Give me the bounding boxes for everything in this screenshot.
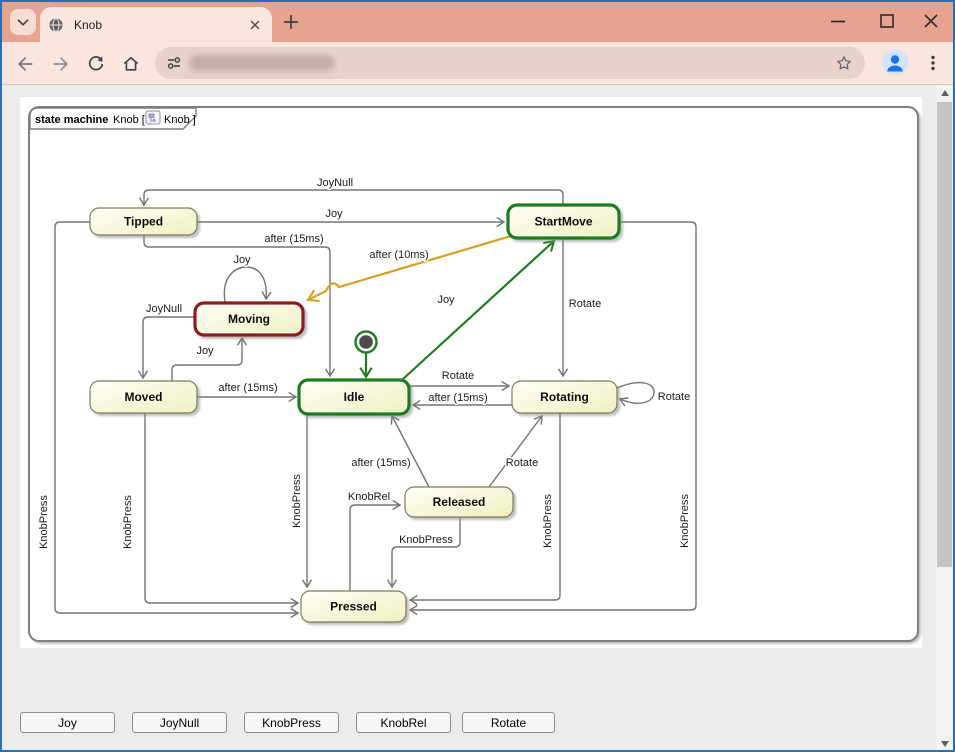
globe-favicon-icon xyxy=(48,17,64,33)
transition-label: after (15ms) xyxy=(218,382,277,394)
state-released: Released xyxy=(405,487,513,517)
state-name-label: StartMove xyxy=(534,215,592,229)
back-arrow-icon xyxy=(15,54,35,74)
scrollbar-down-button[interactable] xyxy=(936,736,953,752)
bookmark-star-button[interactable] xyxy=(835,54,853,77)
event-button-knobrel[interactable]: KnobRel xyxy=(356,712,451,733)
transition-label: Joy xyxy=(233,254,251,266)
event-button-joynull[interactable]: JoyNull xyxy=(132,712,227,733)
tab-strip: Knob xyxy=(0,0,955,42)
transition-label: KnobPress xyxy=(679,494,691,548)
state-name-label: Tipped xyxy=(124,215,163,229)
transition-label: KnobPress xyxy=(542,494,554,548)
transition-label: Joy xyxy=(437,294,455,306)
forward-button[interactable] xyxy=(50,53,72,75)
state-moving: Moving xyxy=(195,303,303,335)
transition-label: KnobPress xyxy=(291,474,303,528)
window-close-button[interactable] xyxy=(920,10,942,32)
forward-arrow-icon xyxy=(51,54,71,74)
event-button-joy[interactable]: Joy xyxy=(20,712,115,733)
triangle-down-icon xyxy=(941,741,949,747)
profile-person-icon xyxy=(882,49,908,75)
state-idle: Idle xyxy=(299,380,409,414)
close-icon xyxy=(248,18,262,32)
scrollbar-thumb[interactable] xyxy=(937,102,952,567)
transition-label: JoyNull xyxy=(317,177,353,189)
initial-pseudostate xyxy=(356,332,377,353)
state-machine-diagram: state machine Knob[ Knob] TippedStartMov… xyxy=(0,85,955,752)
home-icon xyxy=(121,54,141,74)
back-button[interactable] xyxy=(14,53,36,75)
site-settings-tune-icon[interactable] xyxy=(166,55,182,76)
reload-icon xyxy=(86,54,106,74)
tab-close-button[interactable] xyxy=(246,16,264,34)
transition-label: KnobRel xyxy=(348,491,390,503)
transition-label: Rotate xyxy=(569,298,601,310)
three-dots-icon xyxy=(924,54,942,72)
state-rotating: Rotating xyxy=(512,381,617,413)
star-icon xyxy=(835,54,853,72)
browser-menu-button[interactable] xyxy=(922,52,944,74)
event-button-knobpress[interactable]: KnobPress xyxy=(244,712,339,733)
vertical-scrollbar[interactable] xyxy=(936,85,953,752)
profile-avatar-button[interactable] xyxy=(882,49,908,75)
home-button[interactable] xyxy=(120,53,142,75)
tab-title: Knob xyxy=(74,18,246,32)
tab-search-button[interactable] xyxy=(10,9,36,35)
event-button-rotate[interactable]: Rotate xyxy=(462,712,555,733)
diagram-ref-icon xyxy=(146,111,160,124)
plus-icon xyxy=(282,13,300,31)
transition-label: after (10ms) xyxy=(369,249,428,261)
state-name-label: Pressed xyxy=(330,600,377,614)
state-moved: Moved xyxy=(90,381,197,413)
transition-label: Joy xyxy=(325,208,343,220)
window-minimize-button[interactable] xyxy=(827,10,849,32)
browser-tab[interactable]: Knob xyxy=(40,7,272,42)
state-tipped: Tipped xyxy=(90,208,197,235)
state-startmove: StartMove xyxy=(508,205,619,238)
transition-label: KnobPress xyxy=(399,534,453,546)
reload-button[interactable] xyxy=(85,53,107,75)
transition-label: Rotate xyxy=(658,391,690,403)
transition-label: JoyNull xyxy=(146,303,182,315)
scrollbar-up-button[interactable] xyxy=(936,85,953,101)
close-icon xyxy=(922,12,940,30)
state-name-label: Rotating xyxy=(540,390,589,404)
frame-keyword: state machine xyxy=(35,114,108,126)
chevron-down-icon xyxy=(12,11,34,33)
transition-label: KnobPress xyxy=(122,495,134,549)
maximize-icon xyxy=(878,12,896,30)
transition-label: Rotate xyxy=(442,370,474,382)
state-name-label: Moving xyxy=(228,312,270,326)
minimize-icon xyxy=(829,12,847,30)
state-pressed: Pressed xyxy=(301,591,406,622)
new-tab-button[interactable] xyxy=(280,11,302,33)
state-name-label: Idle xyxy=(344,390,365,404)
transition-label: Joy xyxy=(196,345,214,357)
triangle-up-icon xyxy=(941,90,949,96)
transition-label: KnobPress xyxy=(38,495,50,549)
state-name-label: Moved xyxy=(124,390,162,404)
window-maximize-button[interactable] xyxy=(876,10,898,32)
url-redacted-blur xyxy=(189,55,335,71)
transition-label: Rotate xyxy=(506,457,538,469)
browser-toolbar xyxy=(0,42,955,85)
address-bar[interactable] xyxy=(155,47,865,79)
tune-icon xyxy=(166,55,182,71)
transition-label: after (15ms) xyxy=(428,392,487,404)
state-name-label: Released xyxy=(433,495,486,509)
transition-label: after (15ms) xyxy=(351,457,410,469)
transition-label: after (15ms) xyxy=(264,233,323,245)
